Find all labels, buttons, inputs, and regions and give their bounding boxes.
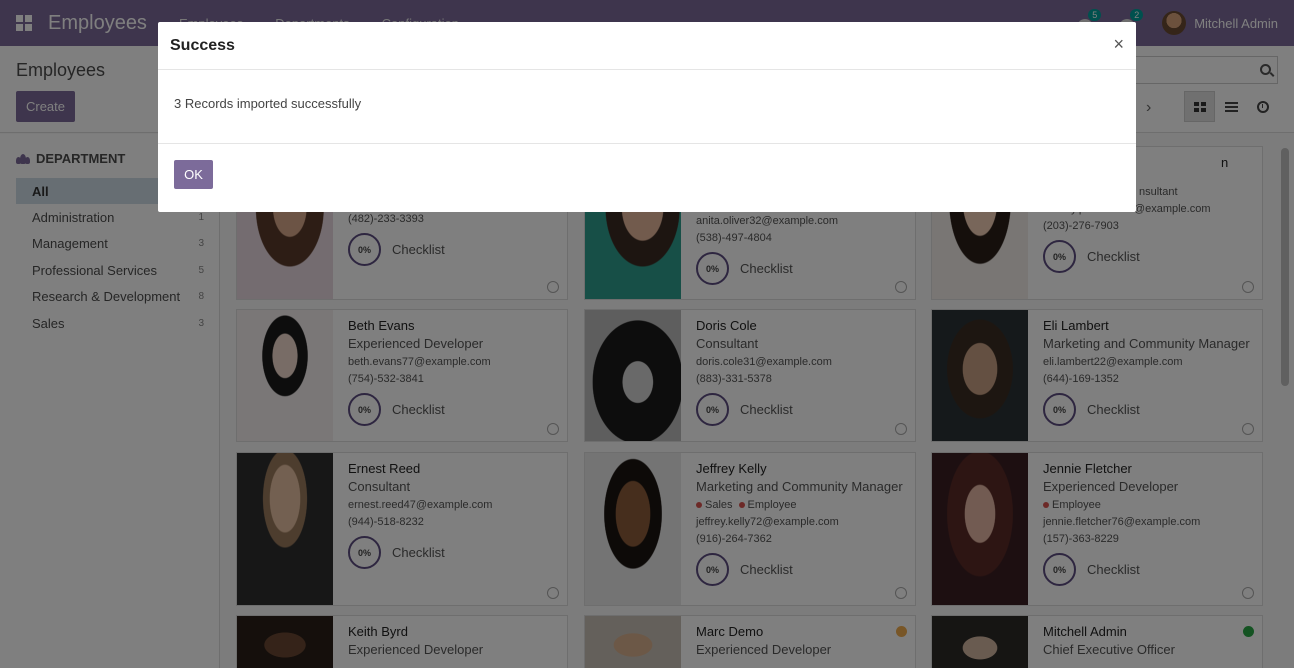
modal-body: 3 Records imported successfully xyxy=(158,70,1136,144)
modal-title: Success xyxy=(170,36,235,54)
success-dialog: Success × 3 Records imported successfull… xyxy=(158,22,1136,212)
modal-footer: OK xyxy=(158,144,1136,205)
modal-message: 3 Records imported successfully xyxy=(174,96,362,111)
modal-header: Success xyxy=(158,22,1136,70)
close-icon[interactable]: × xyxy=(1113,34,1124,55)
ok-button[interactable]: OK xyxy=(174,160,213,189)
